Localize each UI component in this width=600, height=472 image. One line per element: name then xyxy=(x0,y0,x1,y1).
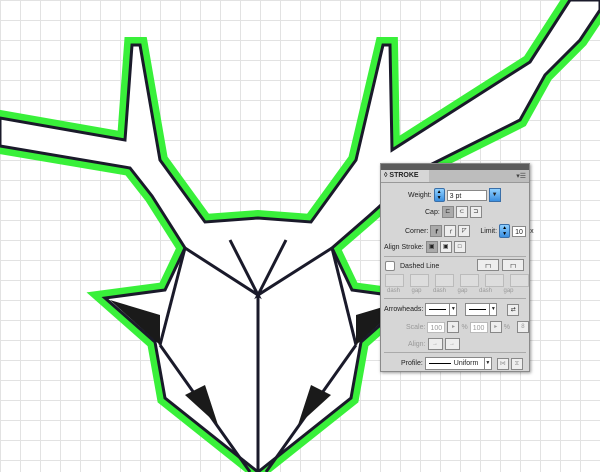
gap-1-input[interactable] xyxy=(410,274,429,287)
preserve-dash-button[interactable]: ┌┐ xyxy=(477,259,499,271)
dash-3-input[interactable] xyxy=(485,274,504,287)
limit-stepper[interactable]: ▲ ▼ xyxy=(499,224,511,238)
panel-menu-icon[interactable]: ▾☰ xyxy=(516,172,526,180)
align-outside-button[interactable]: □ xyxy=(453,241,466,253)
start-arrowhead-select[interactable]: ▼ xyxy=(425,303,458,316)
arrow-tip-at-end-button[interactable]: → xyxy=(444,338,460,350)
swap-arrowheads-button[interactable]: ⇄ xyxy=(507,303,520,316)
limit-input[interactable]: 10 xyxy=(512,225,527,237)
tab-stroke[interactable]: ◊ STROKE xyxy=(381,170,429,182)
flip-across-button[interactable]: ⧖ xyxy=(510,357,523,370)
dash-1-input[interactable] xyxy=(385,274,404,287)
end-scale-input[interactable]: 100 xyxy=(469,321,488,333)
stroke-panel: ◊ STROKE ▾☰ Weight: ▲ ▼ 3 pt ▼ Cap: ⊏ ⊂ ⊐… xyxy=(380,163,534,372)
bevel-join-button[interactable]: ◸ xyxy=(458,225,471,237)
dashed-line-checkbox[interactable] xyxy=(385,261,395,271)
end-arrowhead-select[interactable]: ▼ xyxy=(465,303,498,316)
start-scale-input[interactable]: 100 xyxy=(427,321,446,333)
gap-3-input[interactable] xyxy=(510,274,529,287)
dash-2-input[interactable] xyxy=(435,274,454,287)
round-join-button[interactable]: ╭ xyxy=(444,225,457,237)
miter-join-button[interactable]: ┏ xyxy=(430,225,443,237)
flip-along-button[interactable]: ⋈ xyxy=(496,357,509,370)
gap-2-input[interactable] xyxy=(460,274,479,287)
butt-cap-button[interactable]: ⊏ xyxy=(441,206,454,218)
weight-dropdown[interactable]: ▼ xyxy=(488,188,501,202)
round-cap-button[interactable]: ⊂ xyxy=(455,206,468,218)
weight-input[interactable]: 3 pt xyxy=(446,189,487,201)
profile-select[interactable]: Uniform ▼ xyxy=(424,357,492,370)
square-cap-button[interactable]: ⊐ xyxy=(469,206,482,218)
align-center-button[interactable]: ▣ xyxy=(425,241,438,253)
align-inside-button[interactable]: ▣ xyxy=(439,241,452,253)
start-scale-dropdown[interactable]: ▸ xyxy=(447,321,460,333)
align-dash-corners-button[interactable]: ┌┐ xyxy=(502,259,524,271)
link-scale-button[interactable]: 8 xyxy=(516,321,529,333)
end-scale-dropdown[interactable]: ▸ xyxy=(489,321,502,333)
arrow-tip-beyond-button[interactable]: → xyxy=(427,338,443,350)
weight-stepper[interactable]: ▲ ▼ xyxy=(433,188,445,202)
